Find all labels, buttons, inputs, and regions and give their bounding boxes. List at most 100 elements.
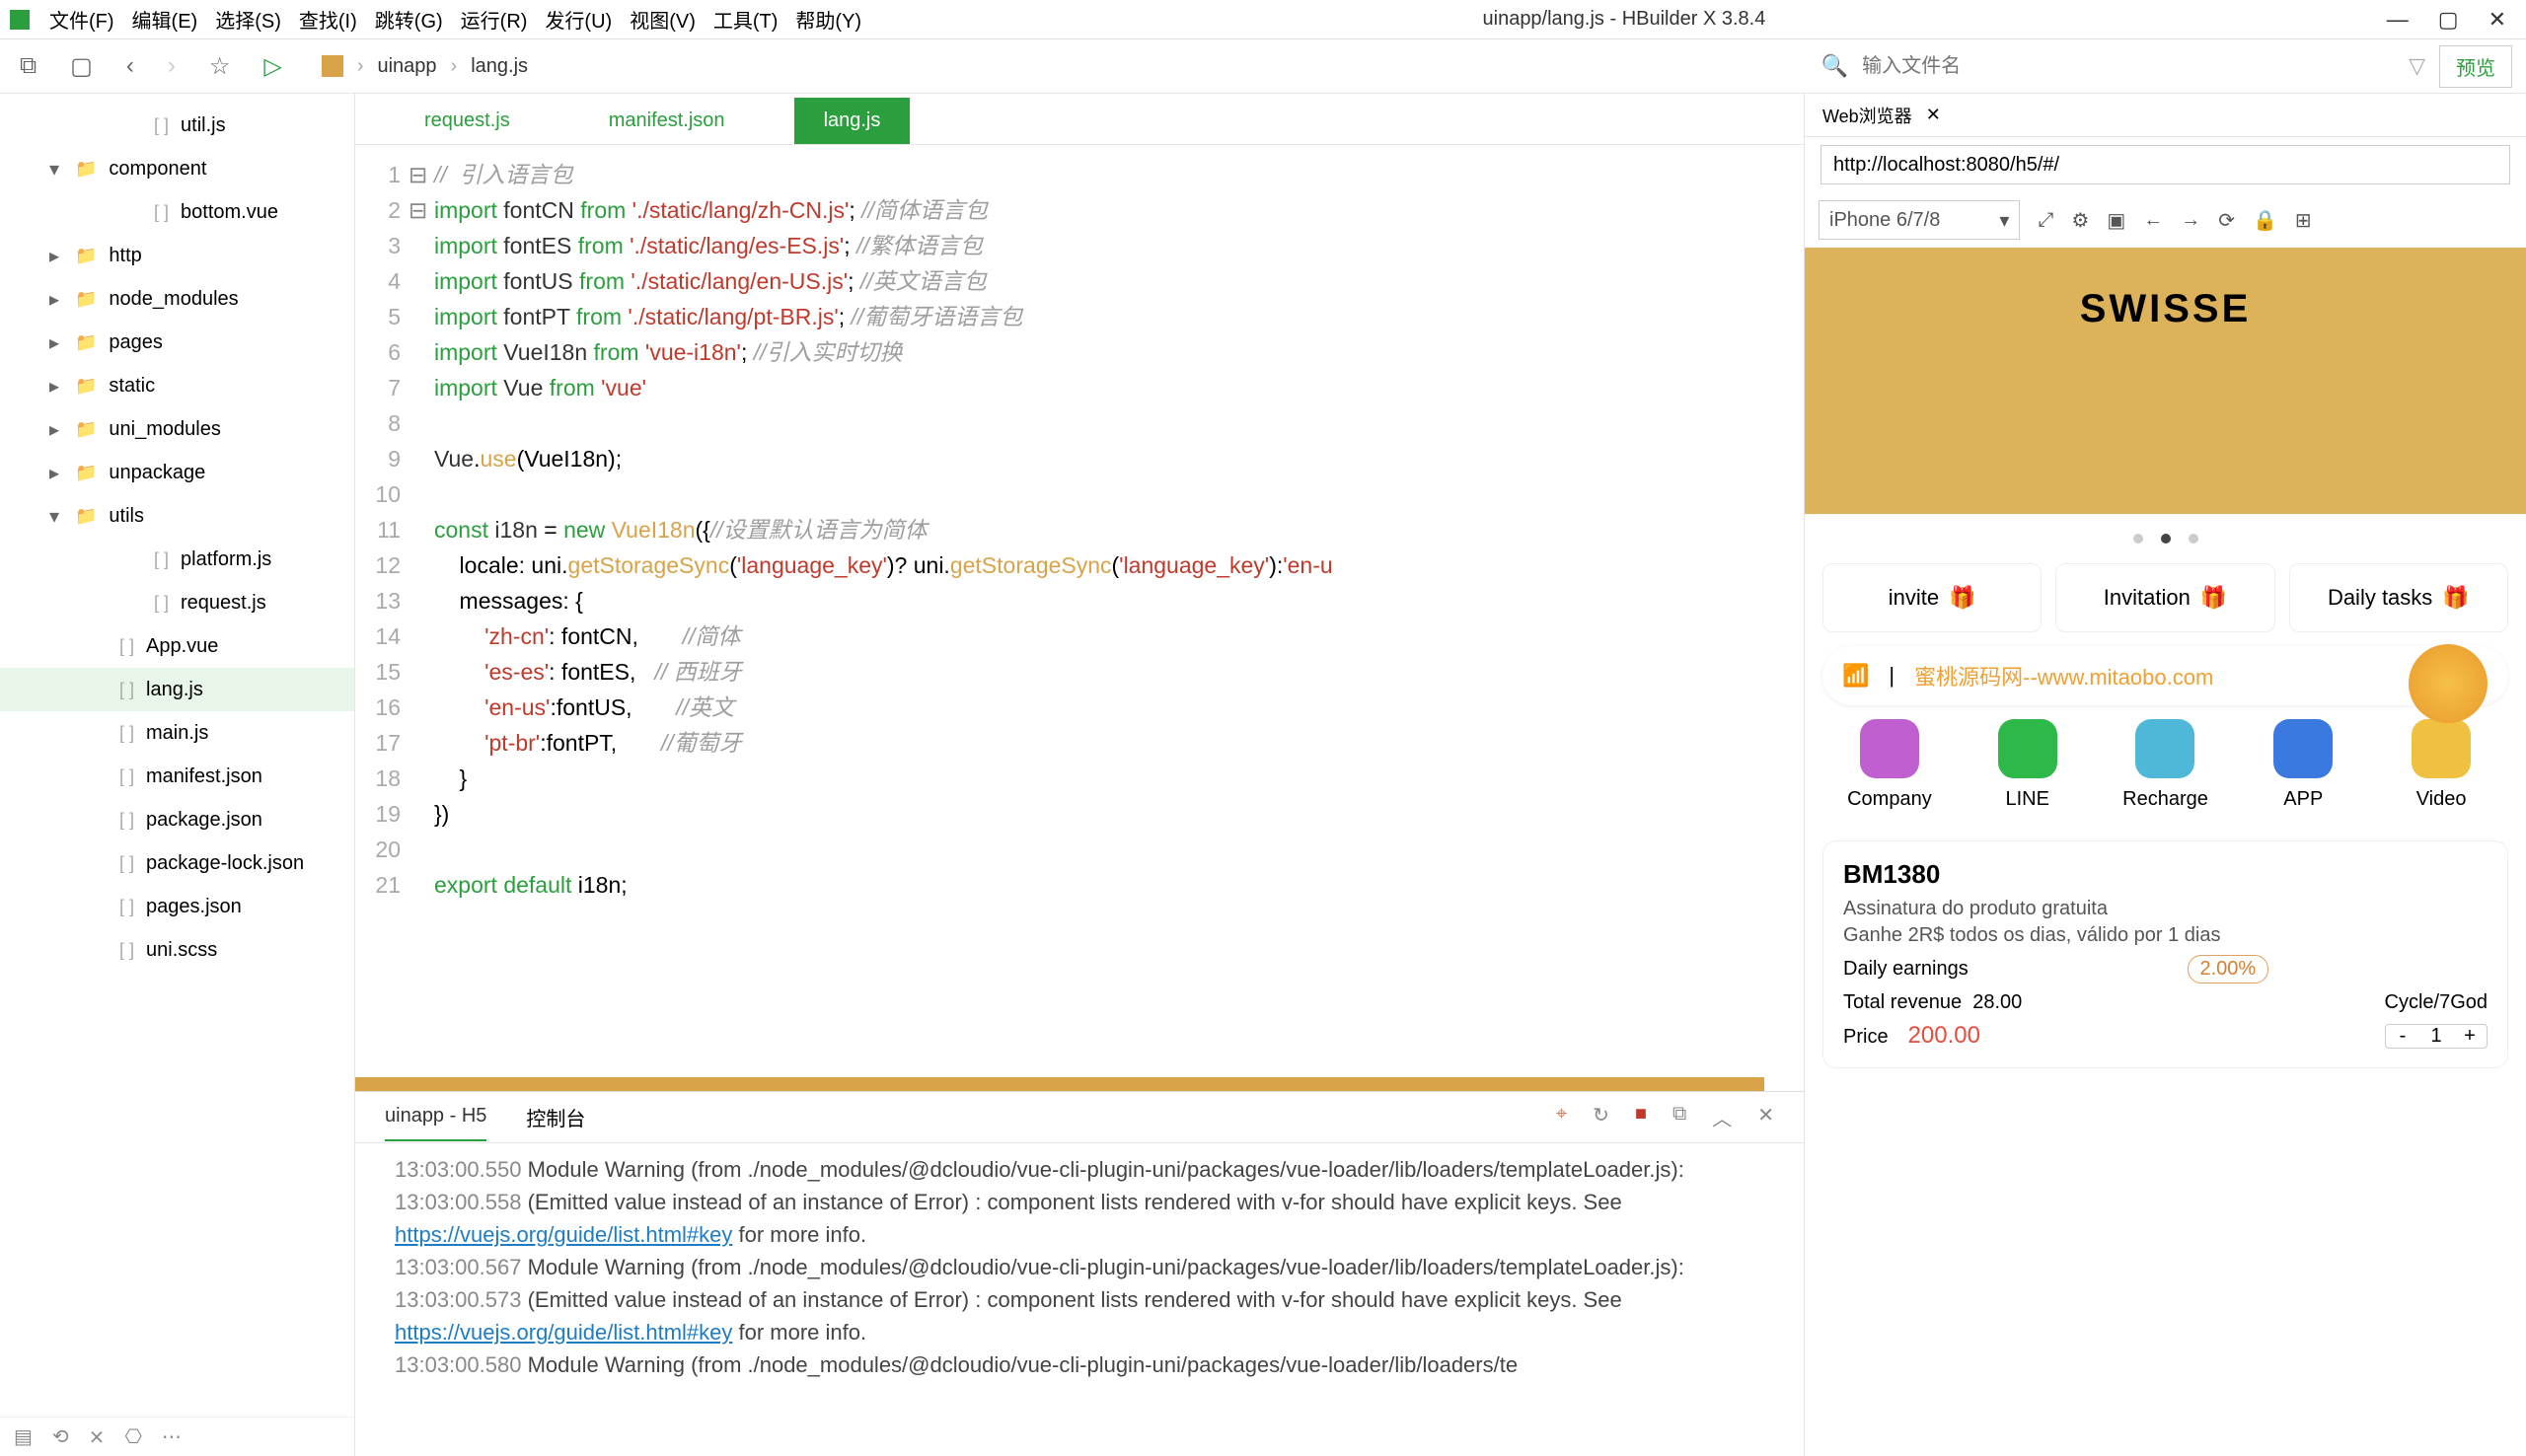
new-file-icon[interactable]: ⧉ [20, 52, 37, 81]
stop-icon[interactable]: ■ [1635, 1103, 1647, 1131]
tree-item[interactable]: [ ]package.json [0, 798, 354, 841]
nav-back-icon[interactable]: ← [2143, 209, 2163, 232]
tree-item[interactable]: [ ]request.js [0, 581, 354, 624]
editor-tab[interactable]: manifest.json [579, 98, 755, 144]
editor-tab[interactable]: request.js [395, 98, 540, 144]
url-input[interactable] [1820, 145, 2510, 184]
settings-icon[interactable]: ⚙ [2071, 208, 2089, 233]
menu-item[interactable]: 编辑(E) [132, 5, 198, 34]
save-icon[interactable]: ▢ [70, 52, 93, 81]
editor-tab[interactable]: lang.js [794, 98, 911, 144]
folder-icon: 📁 [75, 506, 97, 527]
product-sub2: Ganhe 2R$ todos os dias, válido por 1 di… [1843, 924, 2488, 947]
search-icon[interactable]: 🔍 [1821, 53, 1848, 79]
tree-item[interactable]: [ ]pages.json [0, 885, 354, 928]
back-icon[interactable]: ‹ [126, 52, 134, 81]
forward-icon[interactable]: › [168, 52, 176, 81]
tree-item[interactable]: ▸📁http [0, 234, 354, 277]
search-input[interactable] [1862, 55, 2395, 78]
popout-icon[interactable]: ⧉ [1672, 1103, 1686, 1131]
reload-icon[interactable]: ⟳ [2218, 208, 2235, 233]
scrollbar[interactable] [355, 1077, 1764, 1091]
grid-icon[interactable]: ⊞ [2295, 208, 2312, 233]
window-title: uinapp/lang.js - HBuilder X 3.8.4 [861, 8, 2387, 31]
menu-item[interactable]: 帮助(Y) [795, 5, 861, 34]
tree-item[interactable]: [ ]main.js [0, 711, 354, 755]
tree-item[interactable]: [ ]util.js [0, 104, 354, 147]
filter-icon[interactable]: ▽ [2409, 53, 2425, 79]
branch-icon[interactable]: ⎔ [124, 1424, 141, 1449]
tree-item[interactable]: [ ]manifest.json [0, 755, 354, 798]
carousel-dots[interactable] [1805, 514, 2526, 563]
tree-item[interactable]: ▸📁uni_modules [0, 407, 354, 451]
tree-item[interactable]: ▾📁utils [0, 494, 354, 538]
browser-tab-label[interactable]: Web浏览器 [1822, 103, 1912, 128]
notice-text: 蜜桃源码网--www.mitaobo.com [1914, 660, 2213, 692]
tree-item[interactable]: [ ]uni.scss [0, 928, 354, 972]
grid-item[interactable]: LINE [1961, 719, 2095, 811]
menu-item[interactable]: 查找(I) [299, 5, 357, 34]
maximize-icon[interactable]: ▢ [2438, 7, 2459, 33]
sync-icon[interactable]: ⟲ [52, 1424, 69, 1449]
action-button[interactable]: Daily tasks 🎁 [2289, 563, 2508, 632]
minimize-icon[interactable]: — [2387, 7, 2409, 33]
close-icon[interactable]: ✕ [2489, 7, 2506, 33]
tree-item[interactable]: [ ]package-lock.json [0, 841, 354, 885]
action-button[interactable]: Invitation 🎁 [2055, 563, 2274, 632]
clear-icon[interactable]: ✕ [1757, 1103, 1774, 1131]
grid-item[interactable]: Video [2374, 719, 2508, 811]
console-tab-run[interactable]: uinapp - H5 [385, 1093, 486, 1141]
price-label: Price [1843, 1026, 1889, 1048]
grid-item[interactable]: Recharge [2099, 719, 2233, 811]
floating-button[interactable] [2409, 644, 2488, 723]
folder-icon: 📁 [75, 376, 97, 397]
folder-icon: 📁 [75, 246, 97, 266]
restart-icon[interactable]: ↻ [1593, 1103, 1609, 1131]
product-card[interactable]: BM1380 Assinatura do produto gratuita Ga… [1822, 840, 2508, 1068]
grid-item[interactable]: APP [2236, 719, 2370, 811]
bc-item[interactable]: uinapp [377, 55, 436, 78]
tree-item[interactable]: [ ]bottom.vue [0, 190, 354, 234]
tree-item[interactable]: ▸📁static [0, 364, 354, 407]
collapse-icon[interactable]: ︿ [1712, 1103, 1732, 1131]
debug-icon[interactable]: ⨯ [89, 1424, 106, 1449]
file-icon: [ ] [119, 853, 134, 874]
code-editor[interactable]: // 引入语言包import fontCN from './static/lan… [426, 145, 1804, 1077]
menu-item[interactable]: 工具(T) [713, 5, 779, 34]
nav-forward-icon[interactable]: → [2181, 209, 2200, 232]
star-icon[interactable]: ☆ [209, 52, 231, 81]
menu-item[interactable]: 文件(F) [49, 5, 114, 34]
menu-item[interactable]: 选择(S) [215, 5, 281, 34]
folder-icon: 📁 [75, 419, 97, 440]
bc-item[interactable]: lang.js [471, 55, 528, 78]
tree-item[interactable]: ▸📁pages [0, 321, 354, 364]
action-button[interactable]: invite 🎁 [1822, 563, 2042, 632]
more-icon[interactable]: ⋯ [162, 1424, 182, 1449]
daily-value: 2.00% [2188, 955, 2269, 983]
menu-item[interactable]: 跳转(G) [375, 5, 443, 34]
run-icon[interactable]: ▷ [263, 52, 281, 81]
lock-icon[interactable]: 🔒 [2253, 208, 2277, 233]
menu-item[interactable]: 视图(V) [630, 5, 696, 34]
screenshot-icon[interactable]: ▣ [2107, 208, 2125, 233]
tree-item[interactable]: [ ]App.vue [0, 624, 354, 668]
folder-icon: 📁 [75, 289, 97, 310]
rotate-icon[interactable]: ⤢ [2038, 209, 2053, 232]
close-tab-icon[interactable]: ✕ [1926, 105, 1941, 125]
grid-item[interactable]: Company [1822, 719, 1957, 811]
folder-icon: 📁 [75, 159, 97, 180]
menu-item[interactable]: 运行(R) [461, 5, 528, 34]
tree-item[interactable]: ▸📁unpackage [0, 451, 354, 494]
tree-item[interactable]: ▸📁node_modules [0, 277, 354, 321]
bug-icon[interactable]: ⌖ [1556, 1103, 1567, 1131]
tree-item[interactable]: ▾📁component [0, 147, 354, 190]
preview-button[interactable]: 预览 [2439, 45, 2512, 88]
console-tab-terminal[interactable]: 控制台 [526, 1091, 585, 1143]
terminal-icon[interactable]: ▤ [14, 1424, 33, 1449]
qty-stepper[interactable]: -1+ [2385, 1024, 2488, 1049]
device-select[interactable]: iPhone 6/7/8▾ [1819, 200, 2020, 240]
menu-item[interactable]: 发行(U) [545, 5, 612, 34]
tree-item[interactable]: [ ]lang.js [0, 668, 354, 711]
tree-item[interactable]: [ ]platform.js [0, 538, 354, 581]
product-sub1: Assinatura do produto gratuita [1843, 898, 2488, 920]
